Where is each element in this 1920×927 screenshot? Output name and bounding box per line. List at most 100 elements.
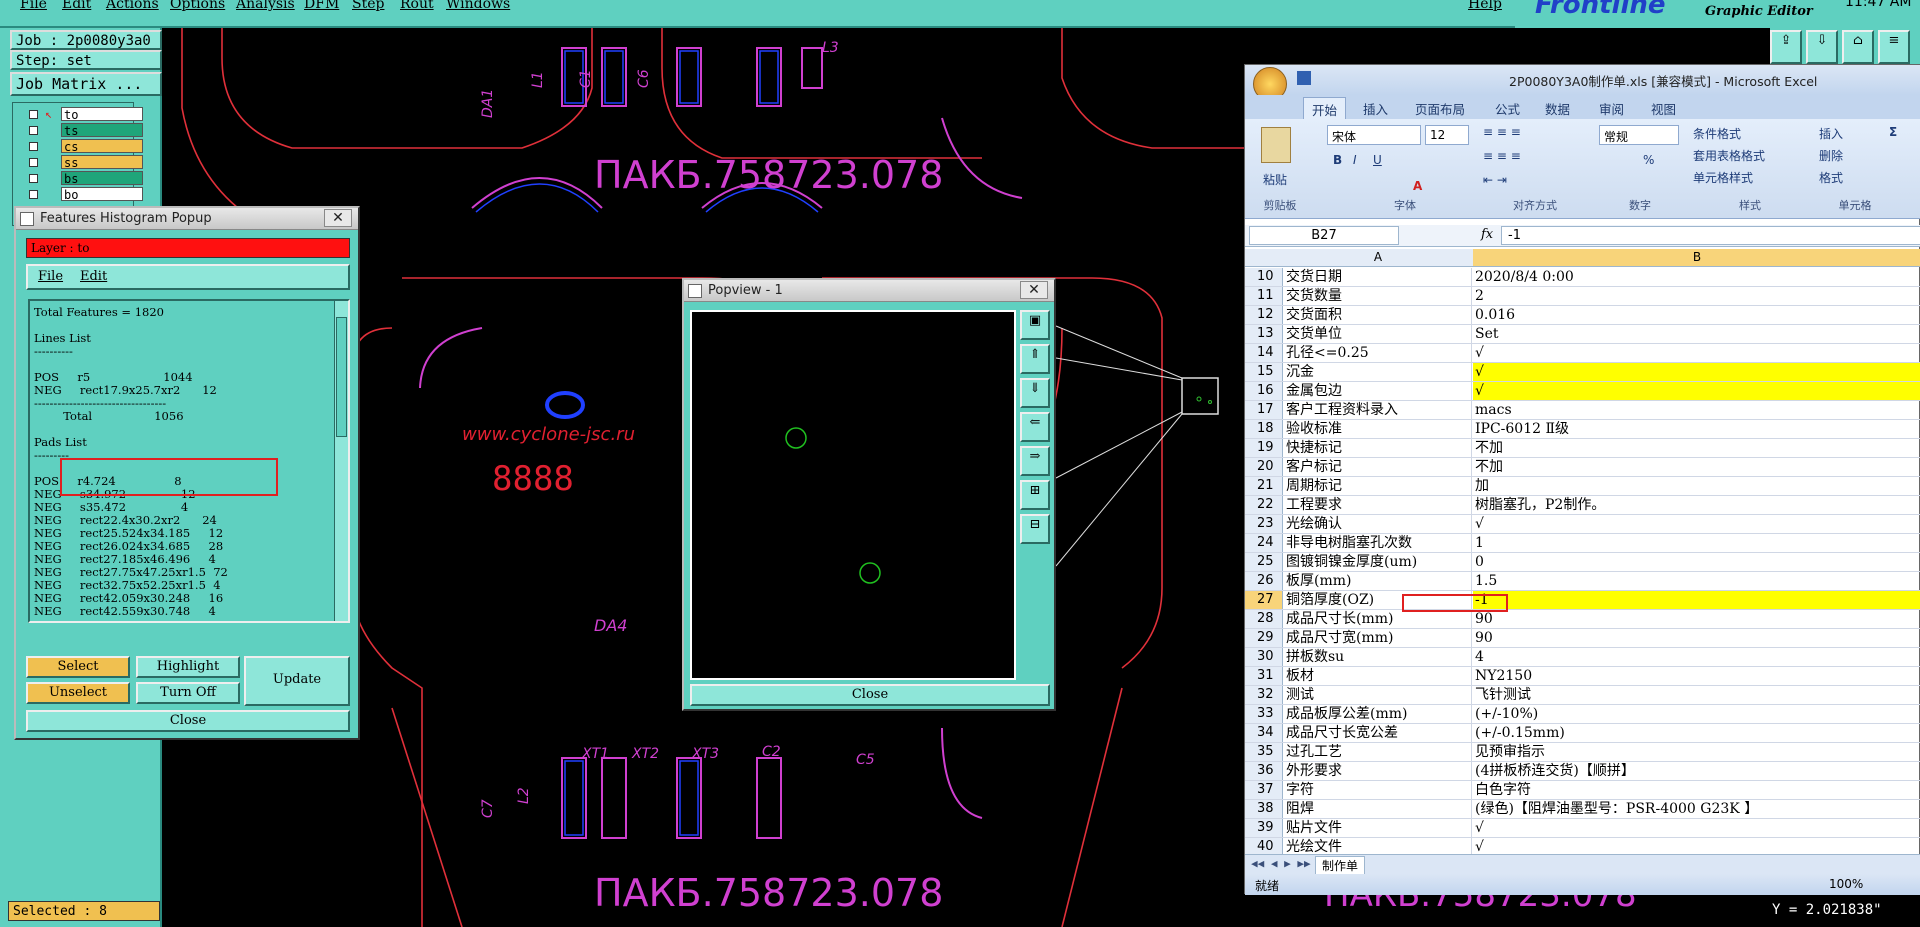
number-format-select[interactable]: 常规 xyxy=(1599,125,1679,145)
row-number[interactable]: 19 xyxy=(1245,439,1283,457)
table-row[interactable]: 21 周期标记加 xyxy=(1245,477,1920,496)
pan-up-icon[interactable]: ⇑ xyxy=(1020,344,1050,374)
cell-a[interactable]: 图镀铜镍金厚度(um) xyxy=(1284,553,1472,571)
cell-b[interactable]: NY2150 xyxy=(1473,667,1920,685)
cell-a[interactable]: 周期标记 xyxy=(1284,477,1472,495)
table-row[interactable]: 37 字符 白色字符 xyxy=(1245,781,1920,800)
table-row[interactable]: 38 阻焊 (绿色)【阻焊油墨型号：PSR-4000 G23K 】 xyxy=(1245,800,1920,819)
cell-b[interactable]: 1.5 xyxy=(1473,572,1920,590)
pan-right-icon[interactable]: ⇒ xyxy=(1020,446,1050,476)
cell-a[interactable]: 光绘确认 xyxy=(1284,515,1472,533)
cell-b[interactable]: 白色字符 xyxy=(1473,781,1920,799)
table-row[interactable]: 16 金属包边 √ xyxy=(1245,382,1920,401)
name-box[interactable]: B27 xyxy=(1249,226,1399,245)
cell-a[interactable]: 客户标记 xyxy=(1284,458,1472,476)
row-number[interactable]: 12 xyxy=(1245,306,1283,324)
cell-a[interactable]: 拼板数su xyxy=(1284,648,1472,666)
menu-options[interactable]: Options xyxy=(170,0,225,12)
job-matrix-button[interactable]: Job Matrix ... xyxy=(10,72,162,96)
cell-b[interactable]: 飞针测试 xyxy=(1473,686,1920,704)
save-icon[interactable] xyxy=(1297,71,1311,85)
vertical-scrollbar[interactable] xyxy=(334,301,348,621)
row-number[interactable]: 31 xyxy=(1245,667,1283,685)
menu-step[interactable]: Step xyxy=(352,0,384,12)
row-number[interactable]: 20 xyxy=(1245,458,1283,476)
table-row[interactable]: 30 拼板数su 4 xyxy=(1245,648,1920,667)
column-header-a[interactable]: A xyxy=(1284,249,1472,266)
layers-icon[interactable]: ≡ xyxy=(1878,30,1910,64)
row-number[interactable]: 10 xyxy=(1245,268,1283,286)
table-row[interactable]: 31 板材 NY2150 xyxy=(1245,667,1920,686)
cell-a[interactable]: 测试 xyxy=(1284,686,1472,704)
row-number[interactable]: 36 xyxy=(1245,762,1283,780)
cell-a[interactable]: 成品尺寸长(mm) xyxy=(1284,610,1472,628)
row-number[interactable]: 28 xyxy=(1245,610,1283,628)
cell-b[interactable]: √ xyxy=(1473,515,1920,533)
table-row[interactable]: 19 快捷标记 不加 xyxy=(1245,439,1920,458)
underline-button[interactable]: U xyxy=(1373,153,1382,167)
cell-a[interactable]: 成品尺寸长宽公差 xyxy=(1284,724,1472,742)
cell-b[interactable]: 加 xyxy=(1473,477,1920,495)
highlight-button[interactable]: Highlight xyxy=(136,656,240,678)
table-row[interactable]: 10 交货日期 2020/8/4 0:00 xyxy=(1245,268,1920,287)
table-row[interactable]: 13 交货单位 Set xyxy=(1245,325,1920,344)
row-number[interactable]: 17 xyxy=(1245,401,1283,419)
histogram-menu-edit[interactable]: Edit xyxy=(80,269,107,284)
table-row[interactable]: 39 贴片文件 √ xyxy=(1245,819,1920,838)
tab-review[interactable]: 审阅 xyxy=(1599,99,1624,118)
table-row[interactable]: 22 工程要求 树脂塞孔，P2制作。 xyxy=(1245,496,1920,515)
table-row[interactable]: 20 客户标记 不加 xyxy=(1245,458,1920,477)
cell-a[interactable]: 非导电树脂塞孔次数 xyxy=(1284,534,1472,552)
cell-a[interactable]: 板材 xyxy=(1284,667,1472,685)
cell-b[interactable]: 90 xyxy=(1473,629,1920,647)
layer-row[interactable]: ss xyxy=(25,155,145,170)
layer-name[interactable]: cs xyxy=(61,139,143,154)
cell-b[interactable]: 0 xyxy=(1473,553,1920,571)
cell-a[interactable]: 客户工程资料录入 xyxy=(1284,401,1472,419)
table-row[interactable]: 25 图镀铜镍金厚度(um) 0 xyxy=(1245,553,1920,572)
font-name-select[interactable]: 宋体 xyxy=(1327,125,1421,145)
layer-checkbox[interactable] xyxy=(29,174,38,183)
sheet-tab[interactable]: 制作单 xyxy=(1315,856,1366,875)
bold-button[interactable]: B xyxy=(1333,153,1342,167)
zoom-level[interactable]: 100% xyxy=(1829,877,1863,891)
autosum-icon[interactable]: Σ xyxy=(1889,125,1897,139)
cell-a[interactable]: 交货日期 xyxy=(1284,268,1472,286)
cell-a[interactable]: 金属包边 xyxy=(1284,382,1472,400)
table-row[interactable]: 34 成品尺寸长宽公差 (+/-0.15mm) xyxy=(1245,724,1920,743)
cell-a[interactable]: 沉金 xyxy=(1284,363,1472,381)
save-icon[interactable]: ⇩ xyxy=(1806,30,1838,64)
cell-b[interactable]: √ xyxy=(1473,363,1920,381)
layer-row[interactable]: bs xyxy=(25,171,145,186)
layer-checkbox[interactable] xyxy=(29,190,38,199)
layer-checkbox[interactable] xyxy=(29,110,38,119)
histogram-menu-file[interactable]: File xyxy=(38,269,63,284)
row-number[interactable]: 27 xyxy=(1245,591,1283,609)
row-number[interactable]: 15 xyxy=(1245,363,1283,381)
tab-home[interactable]: 开始 xyxy=(1303,97,1347,121)
tab-page-layout[interactable]: 页面布局 xyxy=(1415,99,1465,118)
menu-windows[interactable]: Windows xyxy=(446,0,510,12)
menu-rout[interactable]: Rout xyxy=(400,0,434,12)
italic-button[interactable]: I xyxy=(1353,153,1357,167)
cell-a[interactable]: 成品板厚公差(mm) xyxy=(1284,705,1472,723)
cell-b[interactable]: 见预审指示 xyxy=(1473,743,1920,761)
row-number[interactable]: 25 xyxy=(1245,553,1283,571)
table-row[interactable]: 36 外形要求 (4拼板桥连交货)【顺拼】 xyxy=(1245,762,1920,781)
cell-b[interactable]: (4拼板桥连交货)【顺拼】 xyxy=(1473,762,1920,780)
table-row[interactable]: 23 光绘确认 √ xyxy=(1245,515,1920,534)
table-row[interactable]: 24 非导电树脂塞孔次数 1 xyxy=(1245,534,1920,553)
tab-insert[interactable]: 插入 xyxy=(1363,99,1388,118)
close-icon[interactable]: ✕ xyxy=(1020,281,1048,299)
row-number[interactable]: 21 xyxy=(1245,477,1283,495)
table-row[interactable]: 17 客户工程资料录入 macs xyxy=(1245,401,1920,420)
cell-b[interactable]: 2020/8/4 0:00 xyxy=(1473,268,1920,286)
table-row[interactable]: 14 孔径<=0.25 √ xyxy=(1245,344,1920,363)
table-row[interactable]: 18 验收标准 IPC-6012 Ⅱ级 xyxy=(1245,420,1920,439)
cell-a[interactable]: 交货数量 xyxy=(1284,287,1472,305)
cell-b[interactable]: (绿色)【阻焊油墨型号：PSR-4000 G23K 】 xyxy=(1473,800,1920,818)
row-number[interactable]: 38 xyxy=(1245,800,1283,818)
layer-name[interactable]: to xyxy=(61,107,143,122)
row-number[interactable]: 29 xyxy=(1245,629,1283,647)
delete-cells-button[interactable]: 删除 xyxy=(1819,147,1843,164)
